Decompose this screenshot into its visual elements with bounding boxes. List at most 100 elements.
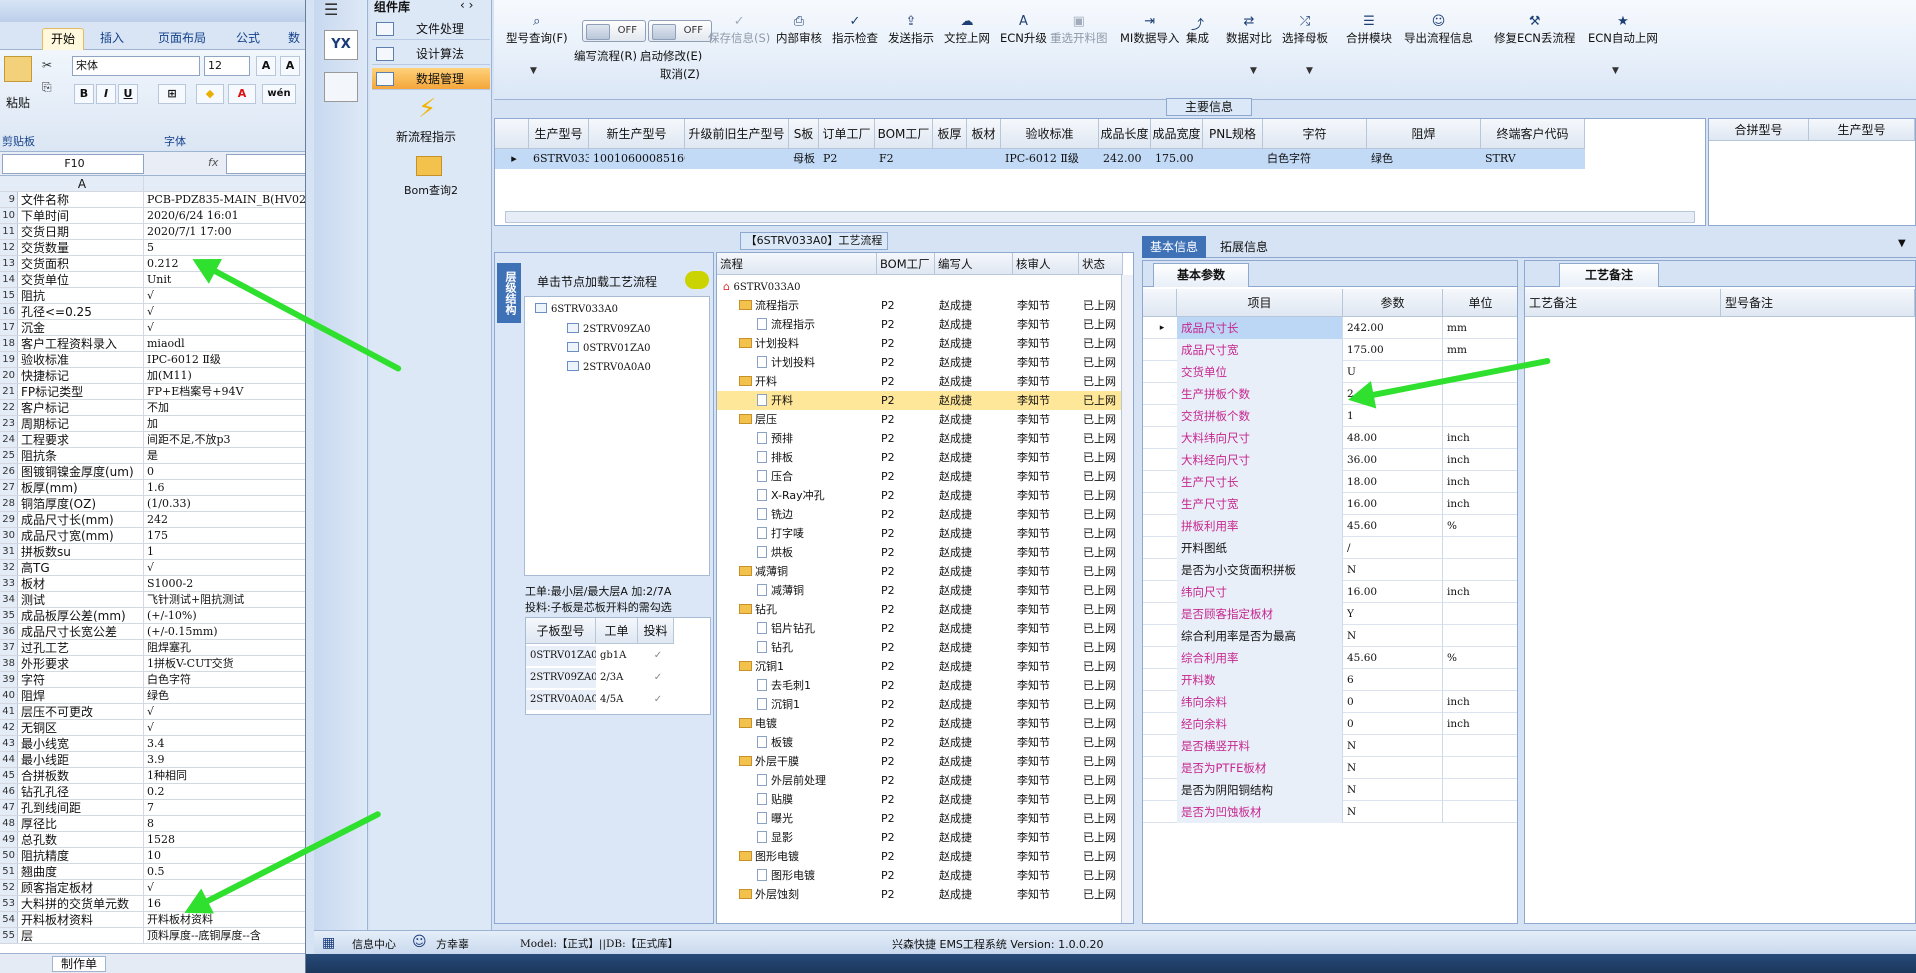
cell-a[interactable]: 外形要求 xyxy=(20,656,144,671)
name-box[interactable]: F10 xyxy=(2,154,144,174)
column-header[interactable]: 成品宽度 xyxy=(1151,119,1203,149)
cell-b[interactable]: S1000-2 xyxy=(146,576,305,591)
process-row[interactable]: 图形电镀 P2 赵成捷 李知节 已上网 xyxy=(717,847,1121,866)
cell-b[interactable]: 5 xyxy=(146,240,305,255)
cell-a[interactable]: 层 xyxy=(20,928,144,943)
cell-a[interactable]: 工程要求 xyxy=(20,432,144,447)
param-value[interactable]: N xyxy=(1343,779,1443,801)
grid-cell[interactable] xyxy=(933,149,967,169)
param-row[interactable]: 开料图纸 / xyxy=(1143,537,1517,559)
excel-row[interactable]: 27 板厚(mm) 1.6 xyxy=(0,480,305,496)
process-row[interactable]: 铝片钻孔 P2 赵成捷 李知节 已上网 xyxy=(717,619,1121,638)
param-value[interactable]: N xyxy=(1343,801,1443,823)
param-value[interactable]: N xyxy=(1343,559,1443,581)
cell-a[interactable]: 最小线宽 xyxy=(20,736,144,751)
grid-cell[interactable] xyxy=(1203,149,1263,169)
toolbar-button[interactable]: ☺ 导出流程信息 xyxy=(1404,14,1473,46)
excel-row[interactable]: 10 下单时间 2020/6/24 16:01 xyxy=(0,208,305,224)
excel-row[interactable]: 13 交货面积 0.212 xyxy=(0,256,305,272)
column-header[interactable]: 生产型号 xyxy=(529,119,589,149)
toolbar-button[interactable]: ☰ 合拼模块 xyxy=(1346,14,1392,46)
row-number[interactable]: 44 xyxy=(0,752,18,767)
tree-node[interactable]: 0STRV01ZA0 xyxy=(567,342,651,354)
param-value[interactable]: / xyxy=(1343,537,1443,559)
row-number[interactable]: 51 xyxy=(0,864,18,879)
hierarchy-vertical-tab[interactable]: 层级结构 xyxy=(497,263,521,323)
cell-b[interactable]: miaodl xyxy=(146,336,305,351)
subboard-cell[interactable]: gb1A xyxy=(596,646,638,666)
row-number[interactable]: 14 xyxy=(0,272,18,287)
cell-b[interactable]: 白色字符 xyxy=(146,672,305,687)
excel-row[interactable]: 39 字符 白色字符 xyxy=(0,672,305,688)
column-header[interactable]: 成品长度 xyxy=(1099,119,1151,149)
row-number[interactable]: 15 xyxy=(0,288,18,303)
fill-color-icon[interactable]: ◆ xyxy=(196,84,224,104)
excel-row[interactable]: 22 客户标记 不加 xyxy=(0,400,305,416)
tab-basic-info[interactable]: 基本信息 xyxy=(1142,236,1206,258)
param-row[interactable]: 综合利用率是否为最高 N xyxy=(1143,625,1517,647)
excel-row[interactable]: 24 工程要求 间距不足,不放p3 xyxy=(0,432,305,448)
cell-a[interactable]: 开料板材资料 xyxy=(20,912,144,927)
cell-a[interactable]: 板厚(mm) xyxy=(20,480,144,495)
cell-b[interactable]: (+/-10%) xyxy=(146,608,305,623)
cell-a[interactable]: 厚径比 xyxy=(20,816,144,831)
row-number[interactable]: 40 xyxy=(0,688,18,703)
process-row[interactable]: 层压 P2 赵成捷 李知节 已上网 xyxy=(717,410,1121,429)
toolbar-button[interactable]: ⇪ 发送指示 xyxy=(888,14,934,46)
combine-model-grid[interactable]: 合拼型号 生产型号 xyxy=(1708,118,1916,226)
tab-basic-params[interactable]: 基本参数 xyxy=(1153,263,1249,287)
cell-a[interactable]: 沉金 xyxy=(20,320,144,335)
cell-a[interactable]: 客户工程资料录入 xyxy=(20,336,144,351)
excel-row[interactable]: 40 阻焊 绿色 xyxy=(0,688,305,704)
param-value[interactable]: 45.60 xyxy=(1343,647,1443,669)
excel-row[interactable]: 52 顾客指定板材 √ xyxy=(0,880,305,896)
grid-cell[interactable]: 10010600085160 xyxy=(589,149,685,169)
toggle-switch[interactable]: OFF xyxy=(582,20,646,42)
process-row[interactable]: 显影 P2 赵成捷 李知节 已上网 xyxy=(717,828,1121,847)
cell-a[interactable]: 阻抗条 xyxy=(20,448,144,463)
cell-a[interactable]: 拼板数su xyxy=(20,544,144,559)
nav-arrows-icon[interactable]: ‹ › xyxy=(460,0,473,12)
tree-node[interactable]: 2STRV0A0A0 xyxy=(567,361,651,373)
excel-row[interactable]: 33 板材 S1000-2 xyxy=(0,576,305,592)
param-value[interactable]: N xyxy=(1343,735,1443,757)
excel-row[interactable]: 14 交货单位 Unit xyxy=(0,272,305,288)
process-row[interactable]: 流程指示 P2 赵成捷 李知节 已上网 xyxy=(717,296,1121,315)
lightning-icon[interactable]: ⚡ xyxy=(418,94,436,124)
subboard-grid[interactable]: 子板型号 工单 投料 0STRV01ZA0 gb1A ✓ 2STRV09ZA0 2/3A ✓ 2S… xyxy=(525,617,711,715)
cell-b[interactable]: 0 xyxy=(146,464,305,479)
excel-row[interactable]: 35 成品板厚公差(mm) (+/-10%) xyxy=(0,608,305,624)
excel-row[interactable]: 34 测试 飞针测试+阻抗测试 xyxy=(0,592,305,608)
subboard-cell[interactable]: 0STRV01ZA0 xyxy=(526,646,596,666)
process-header[interactable]: 编写人 xyxy=(935,253,1013,275)
row-number[interactable]: 13 xyxy=(0,256,18,271)
cell-b[interactable]: 飞针测试+阻抗测试 xyxy=(146,592,305,607)
horizontal-scrollbar[interactable] xyxy=(505,211,1695,223)
subboard-cell[interactable]: 2/3A xyxy=(596,668,638,688)
row-number[interactable]: 24 xyxy=(0,432,18,447)
grid-cell[interactable]: 绿色 xyxy=(1367,149,1481,169)
excel-row[interactable]: 41 层压不可更改 √ xyxy=(0,704,305,720)
cell-a[interactable]: 成品尺寸长宽公差 xyxy=(20,624,144,639)
cell-b[interactable]: 0.2 xyxy=(146,784,305,799)
excel-row[interactable]: 37 过孔工艺 阻焊塞孔 xyxy=(0,640,305,656)
excel-row[interactable]: 26 图镀铜镍金厚度(um) 0 xyxy=(0,464,305,480)
grid-cell[interactable]: 175.00 xyxy=(1151,149,1203,169)
row-number[interactable]: 34 xyxy=(0,592,18,607)
process-row[interactable]: 钻孔 P2 赵成捷 李知节 已上网 xyxy=(717,600,1121,619)
row-number[interactable]: 22 xyxy=(0,400,18,415)
process-header[interactable]: 流程 xyxy=(717,253,877,275)
excel-tab[interactable]: 公式 xyxy=(228,28,268,50)
process-row[interactable]: 曝光 P2 赵成捷 李知节 已上网 xyxy=(717,809,1121,828)
chevron-down-icon[interactable]: ▼ xyxy=(1306,66,1313,76)
excel-row[interactable]: 17 沉金 √ xyxy=(0,320,305,336)
cell-b[interactable]: 1528 xyxy=(146,832,305,847)
cell-b[interactable]: 开料板材资料 xyxy=(146,912,305,927)
column-header[interactable]: 验收标准 xyxy=(1001,119,1099,149)
row-number[interactable]: 17 xyxy=(0,320,18,335)
grid-cell[interactable]: 242.00 xyxy=(1099,149,1151,169)
excel-row[interactable]: 28 铜箔厚度(OZ) (1/0.33) xyxy=(0,496,305,512)
excel-row[interactable]: 30 成品尺寸宽(mm) 175 xyxy=(0,528,305,544)
param-value[interactable]: 242.00 xyxy=(1343,317,1443,339)
cell-a[interactable]: 交货单位 xyxy=(20,272,144,287)
